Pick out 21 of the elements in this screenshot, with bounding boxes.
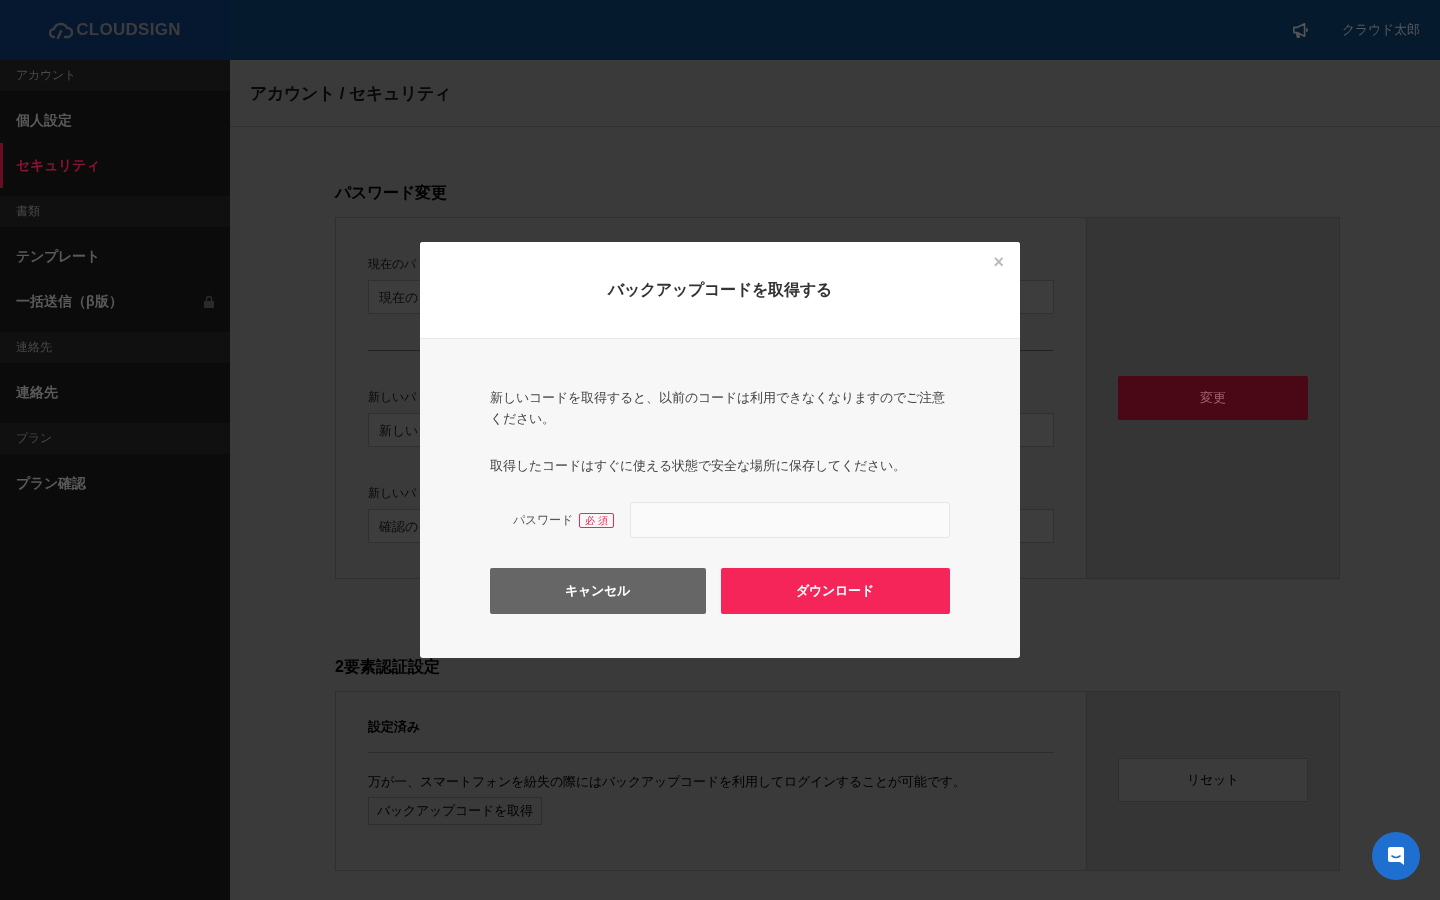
message-text: 取得したコードはすぐに使える状態で安全な場所に保存してください。: [490, 457, 907, 475]
section-title: パスワード変更: [335, 183, 448, 203]
change-button[interactable]: 変更: [1118, 376, 1308, 420]
close-button[interactable]: ×: [991, 252, 1006, 272]
megaphone-icon[interactable]: [1292, 22, 1310, 38]
cancel-button[interactable]: キャンセル: [490, 568, 706, 614]
field-label: パスワード: [513, 511, 574, 529]
sidebar-item[interactable]: 連絡先: [0, 370, 230, 415]
required-badge: 必 須: [579, 512, 614, 528]
sidebar-item[interactable]: プラン確認: [0, 461, 230, 506]
sidebar-item[interactable]: 個人設定: [0, 98, 230, 143]
section-title: 2要素認証設定: [335, 657, 441, 677]
modal-title: バックアップコードを取得する: [608, 279, 832, 300]
sidebar-item[interactable]: テンプレート: [0, 234, 230, 279]
download-button[interactable]: ダウンロード: [720, 568, 950, 614]
sidebar-item[interactable]: 一括送信（β版）: [0, 279, 230, 324]
status-label: 設定済み: [368, 718, 421, 736]
chat-icon: [1385, 845, 1407, 867]
message-text: 新しいコードを取得すると、以前のコードは利用できなくなりますのでご注意ください。: [490, 389, 946, 428]
user-name[interactable]: クラウド太郎: [1342, 21, 1420, 39]
cloud-logo-icon: [49, 21, 74, 39]
